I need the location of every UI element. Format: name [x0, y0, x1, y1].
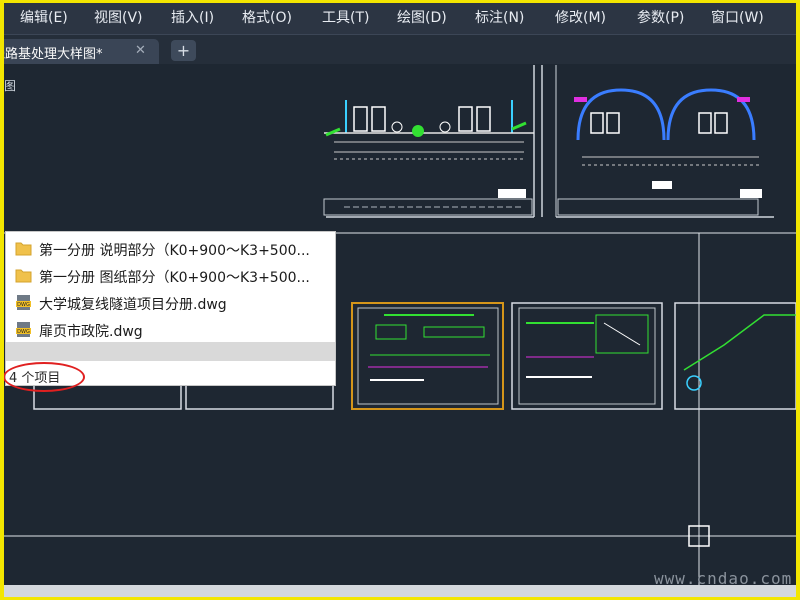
new-tab-button[interactable]: +: [171, 40, 196, 61]
folder-icon: [15, 269, 32, 283]
list-item[interactable]: DWG 大学城复线隧道项目分册.dwg: [6, 289, 335, 316]
close-icon[interactable]: ✕: [135, 43, 146, 58]
menu-bar: 编辑(E) 视图(V) 插入(I) 格式(O) 工具(T) 绘图(D) 标注(N…: [4, 3, 796, 35]
tab-active-drawing[interactable]: 线路基处理大样图* ✕: [4, 39, 159, 64]
menu-view[interactable]: 视图(V): [94, 9, 143, 27]
scrollbar-horizontal[interactable]: [4, 585, 796, 597]
menu-edit[interactable]: 编辑(E): [20, 9, 68, 27]
menu-format[interactable]: 格式(O): [242, 9, 292, 27]
list-item[interactable]: DWG 扉页市政院.dwg: [6, 316, 335, 343]
document-tab-strip: 线路基处理大样图* ✕ +: [4, 35, 796, 64]
list-item[interactable]: 第一分册 图纸部分（K0+900～K3+500...: [6, 262, 335, 289]
menu-parameters[interactable]: 参数(P): [637, 9, 684, 27]
dwg-file-icon: DWG: [16, 295, 31, 310]
folder-icon: [15, 242, 32, 256]
menu-insert[interactable]: 插入(I): [171, 9, 214, 27]
file-list-popup: 第一分册 说明部分（K0+900～K3+500... 第一分册 图纸部分（K0+…: [4, 231, 336, 392]
menu-modify[interactable]: 修改(M): [555, 9, 606, 27]
highlight-ellipse: [4, 362, 85, 392]
menu-draw[interactable]: 绘图(D): [397, 9, 447, 27]
menu-dimension[interactable]: 标注(N): [475, 9, 524, 27]
sheet-road-cross-section: [323, 65, 535, 218]
dwg-file-icon: DWG: [16, 322, 31, 337]
menu-window[interactable]: 窗口(W): [711, 9, 764, 27]
file-name: 大学城复线隧道项目分册.dwg: [39, 297, 227, 313]
file-name: 第一分册 图纸部分（K0+900～K3+500...: [39, 270, 310, 286]
tab-title: 线路基处理大样图*: [4, 47, 103, 62]
file-name: 扉页市政院.dwg: [39, 324, 143, 340]
list-item[interactable]: 第一分册 说明部分（K0+900～K3+500...: [6, 235, 335, 262]
sheet-tunnel-sections: [541, 65, 774, 218]
menu-tools[interactable]: 工具(T): [322, 9, 369, 27]
popup-separator: [6, 342, 335, 361]
dwg-badge-text: DWG: [17, 329, 30, 335]
cad-window: 编辑(E) 视图(V) 插入(I) 格式(O) 工具(T) 绘图(D) 标注(N…: [4, 3, 796, 597]
file-name: 第一分册 说明部分（K0+900～K3+500...: [39, 243, 310, 259]
dwg-badge-text: DWG: [17, 302, 30, 308]
